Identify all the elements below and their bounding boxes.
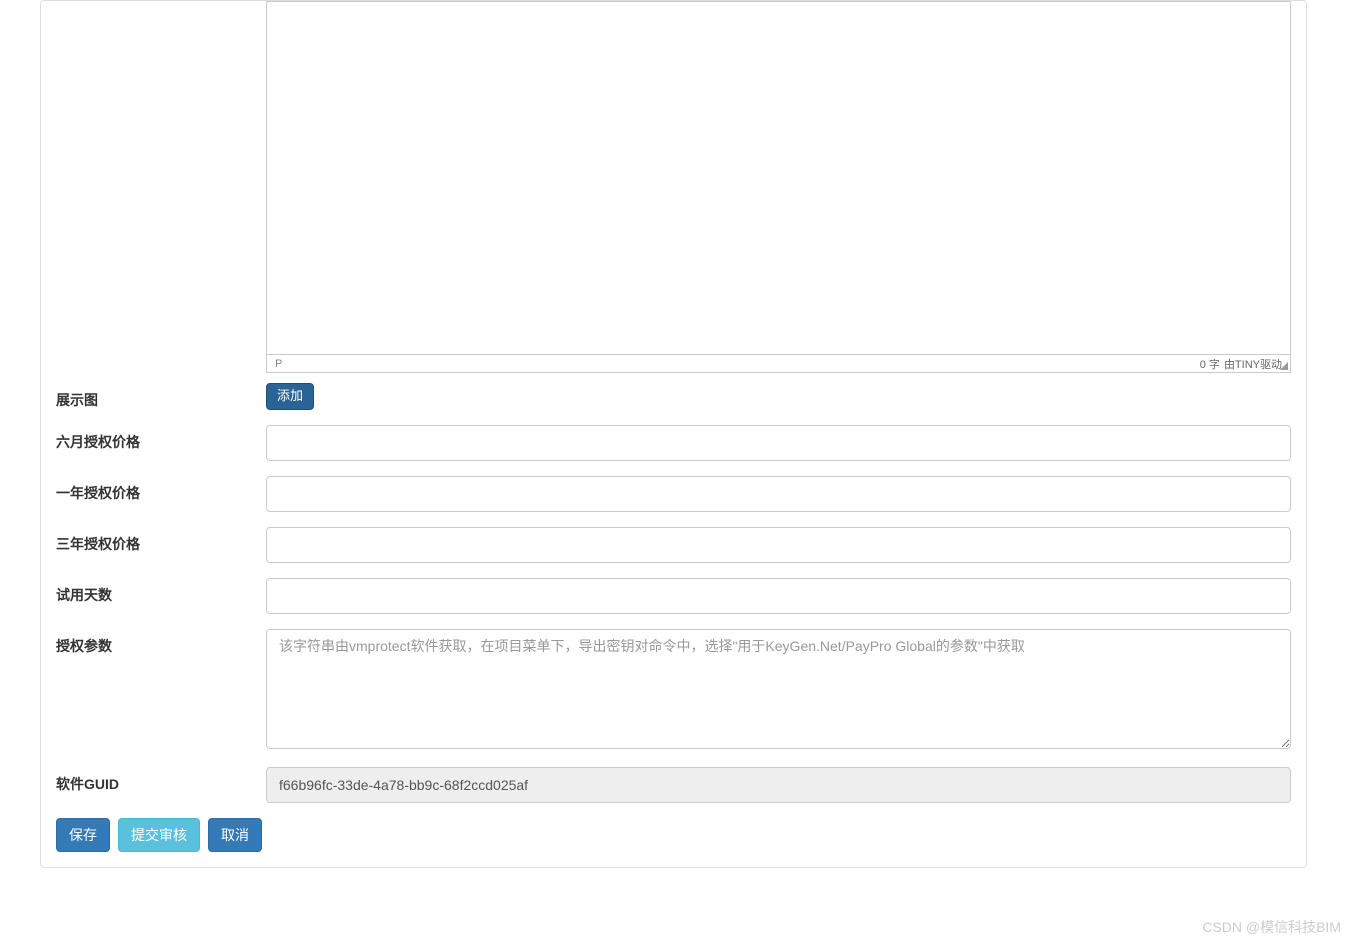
editor-row: P 0 字 由TINY驱动 bbox=[56, 1, 1291, 373]
six-month-price-label: 六月授权价格 bbox=[56, 425, 266, 452]
editor-status-right: 0 字 由TINY驱动 bbox=[1200, 356, 1282, 372]
software-guid-input bbox=[266, 767, 1291, 803]
action-buttons: 保存 提交审核 取消 bbox=[56, 818, 1291, 852]
software-guid-row: 软件GUID bbox=[56, 767, 1291, 803]
auth-params-row: 授权参数 bbox=[56, 629, 1291, 752]
one-year-price-input[interactable] bbox=[266, 476, 1291, 512]
auth-params-textarea[interactable] bbox=[266, 629, 1291, 749]
editor-content-area[interactable] bbox=[266, 1, 1291, 354]
one-year-price-label: 一年授权价格 bbox=[56, 476, 266, 503]
rich-text-editor: P 0 字 由TINY驱动 bbox=[266, 1, 1291, 373]
save-button[interactable]: 保存 bbox=[56, 818, 110, 852]
editor-path: P bbox=[275, 358, 282, 370]
six-month-price-input[interactable] bbox=[266, 425, 1291, 461]
add-image-button[interactable]: 添加 bbox=[266, 383, 314, 410]
three-year-price-row: 三年授权价格 bbox=[56, 527, 1291, 563]
display-image-label: 展示图 bbox=[56, 383, 266, 410]
form-panel: P 0 字 由TINY驱动 展示图 添加 六月授权价格 一年授权价格 三年授权价… bbox=[40, 0, 1307, 868]
submit-review-button[interactable]: 提交审核 bbox=[118, 818, 200, 852]
tiny-powered-link[interactable]: 由TINY驱动 bbox=[1224, 356, 1282, 372]
three-year-price-label: 三年授权价格 bbox=[56, 527, 266, 554]
resize-handle-icon[interactable] bbox=[1278, 360, 1290, 372]
trial-days-row: 试用天数 bbox=[56, 578, 1291, 614]
editor-word-count: 0 字 bbox=[1200, 356, 1220, 372]
watermark-text: CSDN @模信科技BIM bbox=[1202, 917, 1341, 937]
software-guid-label: 软件GUID bbox=[56, 767, 266, 794]
three-year-price-input[interactable] bbox=[266, 527, 1291, 563]
trial-days-label: 试用天数 bbox=[56, 578, 266, 605]
trial-days-input[interactable] bbox=[266, 578, 1291, 614]
display-image-control: 添加 bbox=[266, 383, 1291, 410]
one-year-price-row: 一年授权价格 bbox=[56, 476, 1291, 512]
cancel-button[interactable]: 取消 bbox=[208, 818, 262, 852]
six-month-price-row: 六月授权价格 bbox=[56, 425, 1291, 461]
editor-status-bar: P 0 字 由TINY驱动 bbox=[266, 354, 1291, 373]
display-image-row: 展示图 添加 bbox=[56, 383, 1291, 410]
editor-label bbox=[56, 1, 266, 373]
auth-params-label: 授权参数 bbox=[56, 629, 266, 656]
